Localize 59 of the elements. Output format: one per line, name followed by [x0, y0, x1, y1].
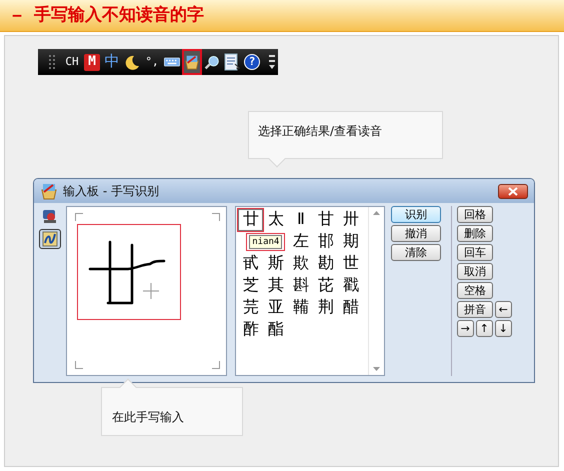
handwriting-icon[interactable] — [38, 229, 61, 249]
toolbar-button[interactable]: °, — [144, 51, 160, 73]
action-button[interactable]: 清除 — [391, 244, 441, 261]
candidate-character[interactable]: 勘 — [313, 253, 338, 275]
scroll-up-icon[interactable] — [373, 211, 380, 215]
toolbar-button[interactable]: M — [84, 54, 100, 70]
pinyin-tooltip: nian4 — [246, 233, 286, 251]
key-button[interactable]: ↑ — [476, 320, 493, 337]
key-button[interactable]: 拼音 — [456, 301, 493, 318]
candidate-character[interactable]: 鞴 — [288, 297, 314, 319]
key-button[interactable]: ← — [494, 301, 512, 318]
scroll-down-icon[interactable] — [373, 367, 380, 371]
handwriting-pad-icon[interactable] — [184, 51, 200, 73]
candidate-character[interactable]: 廿 — [238, 209, 264, 231]
candidate-character[interactable]: 醋 — [338, 297, 364, 319]
candidate-character[interactable]: 芝 — [238, 275, 264, 297]
handwriting-pad-icon — [40, 182, 58, 200]
window-title: 输入板 - 手写识别 — [63, 183, 159, 200]
candidate-character[interactable]: 斯 — [263, 253, 288, 275]
candidate-character[interactable]: 太 — [263, 209, 288, 231]
action-button[interactable]: 识别 — [391, 206, 441, 223]
title-dash: － — [8, 4, 26, 28]
writing-pad[interactable] — [66, 206, 228, 376]
key-button[interactable]: 回格 — [456, 206, 493, 223]
action-button[interactable]: 撤消 — [391, 225, 441, 242]
candidate-character[interactable]: Ⅱ — [288, 209, 314, 231]
candidate-character[interactable]: 卅 — [338, 209, 364, 231]
candidate-character[interactable]: 酯 — [263, 319, 288, 341]
toolbar-button[interactable]: CH — [64, 51, 80, 73]
candidate-character[interactable]: 戳 — [338, 275, 364, 297]
key-button[interactable]: 回车 — [456, 244, 493, 261]
candidate-character[interactable]: 期 — [338, 231, 364, 253]
key-button[interactable]: 空格 — [456, 282, 493, 299]
toolbar-button[interactable]: 中 — [104, 51, 120, 73]
key-button[interactable]: ↓ — [494, 320, 512, 337]
candidate-character[interactable]: 荆 — [313, 297, 338, 319]
candidate-character[interactable]: 甘 — [313, 209, 338, 231]
candidate-character[interactable]: 芫 — [238, 297, 264, 319]
candidate-character[interactable]: 斟 — [288, 275, 314, 297]
candidate-character[interactable]: 邯 — [313, 231, 338, 253]
callout-text: 选择正确结果/查看读音 — [258, 124, 382, 138]
key-button[interactable]: 取消 — [456, 263, 493, 280]
key-button[interactable]: 删除 — [456, 225, 493, 242]
callout-text: 在此手写输入 — [112, 410, 184, 424]
candidate-character[interactable]: 左 — [288, 231, 314, 253]
document-icon[interactable] — [224, 51, 240, 73]
key-button[interactable]: → — [456, 320, 474, 337]
close-icon — [508, 186, 518, 196]
help-button[interactable]: ? — [244, 54, 260, 70]
candidate-character[interactable]: 酢 — [238, 319, 264, 341]
candidate-character[interactable]: 其 — [263, 275, 288, 297]
close-button[interactable] — [498, 184, 528, 198]
candidate-character[interactable]: 欺 — [288, 253, 314, 275]
candidate-character[interactable]: 芘 — [313, 275, 338, 297]
section-title: 手写输入不知读音的字 — [34, 4, 204, 27]
candidate-character[interactable]: 甙 — [238, 253, 264, 275]
crosshair-icon — [142, 282, 160, 300]
candidate-character[interactable]: 亚 — [263, 297, 288, 319]
candidate-character[interactable]: 世 — [338, 253, 364, 275]
